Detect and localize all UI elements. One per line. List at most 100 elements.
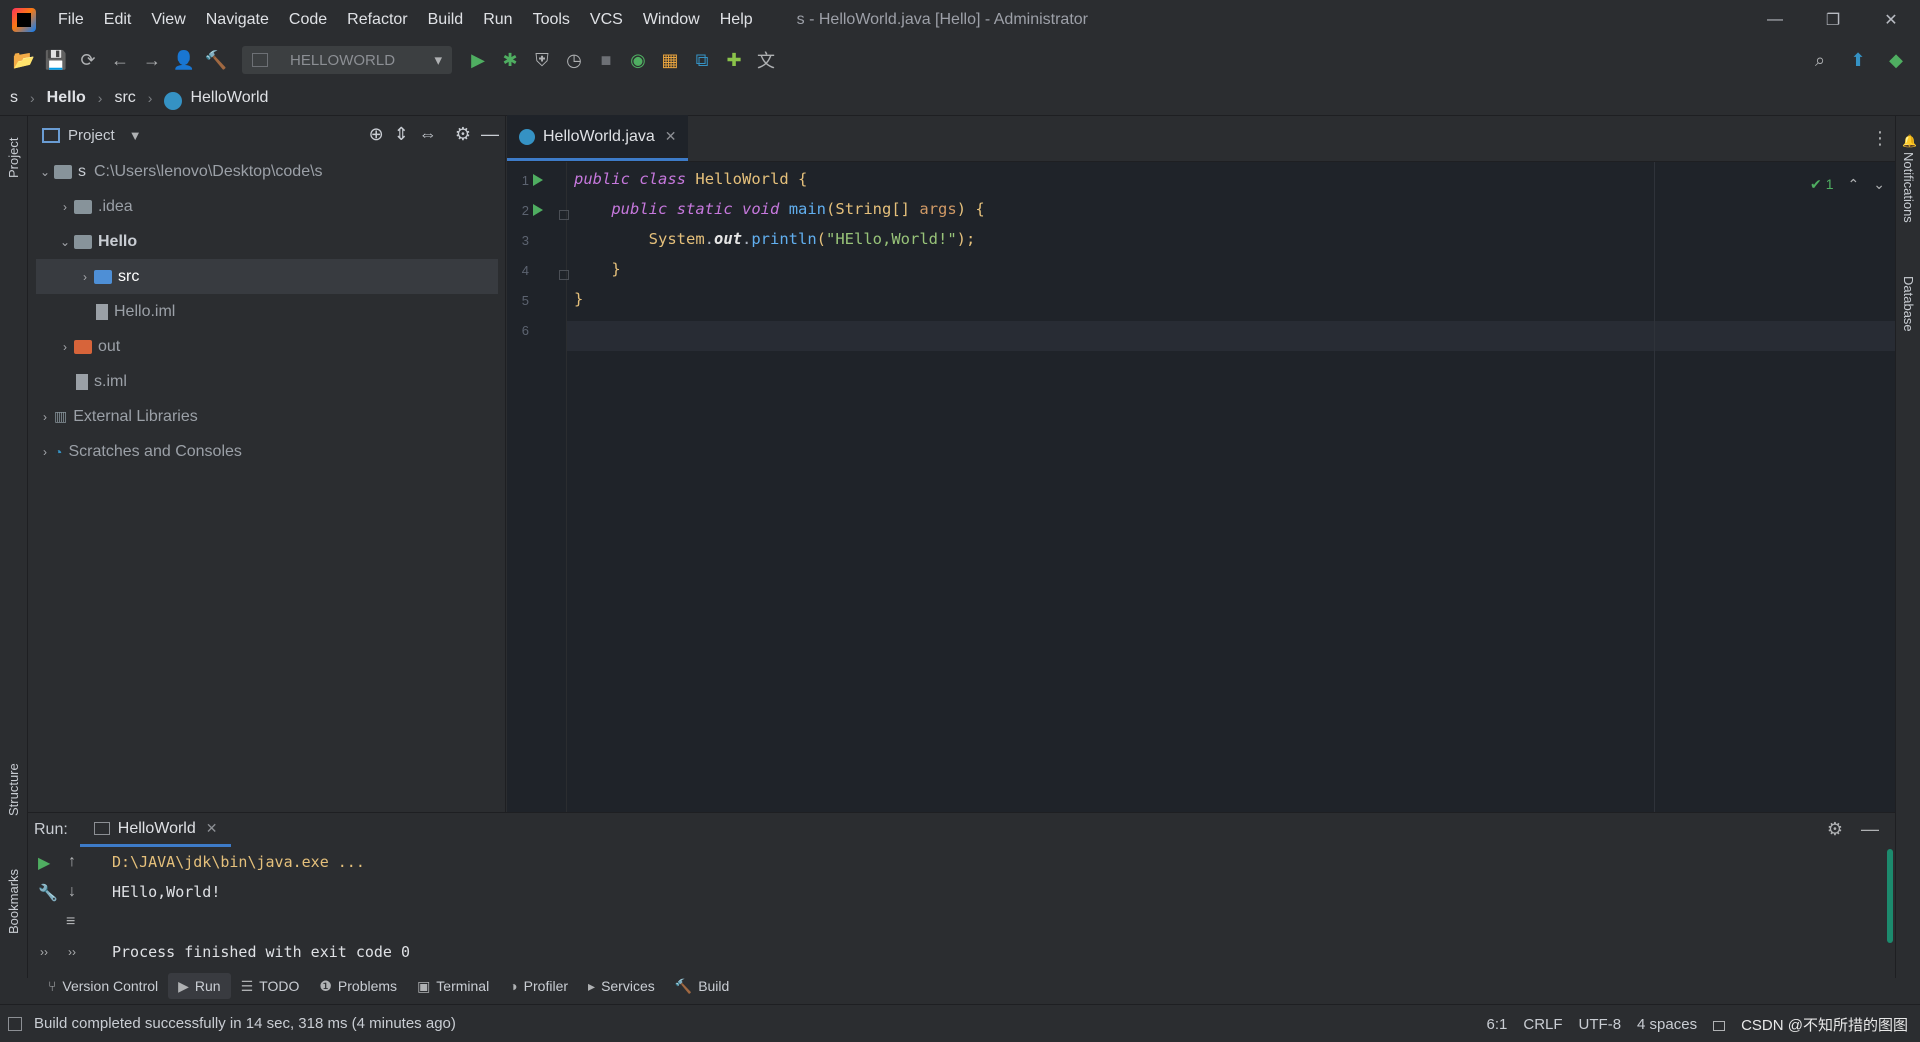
scroll-down-icon[interactable]: ↓ — [68, 883, 76, 901]
minimize-button[interactable]: — — [1746, 0, 1804, 40]
menu-refactor[interactable]: Refactor — [337, 0, 417, 40]
menu-vcs[interactable]: VCS — [580, 0, 633, 40]
close-button[interactable]: ✕ — [1862, 0, 1920, 40]
open-folder-icon[interactable]: 📂 — [8, 44, 40, 76]
file-encoding[interactable]: UTF-8 — [1579, 1016, 1622, 1033]
console-scrollbar[interactable] — [1887, 849, 1893, 943]
back-arrow-icon[interactable]: ← — [104, 44, 136, 76]
chevron-down-icon[interactable]: ⌄ — [1873, 176, 1885, 193]
inspection-widget[interactable]: ✔ 1 ⌃ ⌄ — [1810, 176, 1885, 193]
menu-window[interactable]: Window — [633, 0, 710, 40]
tree-item-s-iml[interactable]: s.iml — [28, 364, 505, 399]
tree-item-hello-iml[interactable]: Hello.iml — [28, 294, 505, 329]
restore-button[interactable]: ❐ — [1804, 0, 1862, 40]
hide-panel-icon[interactable]: — — [481, 124, 499, 145]
rerun-icon[interactable]: ▶ — [38, 853, 50, 873]
gear-icon[interactable]: ⚙ — [455, 124, 471, 145]
bookmarks-tool-button[interactable]: Bookmarks — [6, 869, 21, 934]
breadcrumb-project[interactable]: s — [10, 89, 18, 107]
tool-tab-todo[interactable]: ☰ TODO — [231, 973, 310, 999]
more-vertical-icon[interactable]: ⋮ — [1871, 128, 1889, 149]
project-structure-icon[interactable]: ▦ — [654, 44, 686, 76]
coverage-icon[interactable]: ⛨ — [526, 44, 558, 76]
line-separator[interactable]: CRLF — [1523, 1016, 1562, 1033]
soft-wrap-icon[interactable]: ≡ — [66, 913, 75, 931]
fold-icon[interactable] — [559, 210, 569, 220]
run-configuration-select[interactable]: HELLOWORLD ▾ — [242, 46, 452, 74]
chevron-up-icon[interactable]: ⌃ — [1848, 176, 1860, 193]
caret-position[interactable]: 6:1 — [1487, 1016, 1508, 1033]
database-tool-button[interactable]: Database — [1901, 276, 1916, 332]
debug-icon[interactable]: ✱ — [494, 44, 526, 76]
tree-item-src[interactable]: › src — [36, 259, 498, 294]
more-icon[interactable]: ›› — [68, 945, 76, 959]
code-line-5[interactable]: } — [574, 290, 583, 308]
breadcrumb-class[interactable]: HelloWorld — [190, 89, 268, 107]
tab-helloworld-java[interactable]: HelloWorld.java ✕ — [507, 115, 689, 161]
wrench-icon[interactable]: 🔧 — [38, 883, 58, 903]
more-icon[interactable]: ›› — [40, 945, 48, 959]
profile-icon[interactable]: ◷ — [558, 44, 590, 76]
expand-all-icon[interactable]: ⇕ — [394, 124, 409, 145]
menu-run[interactable]: Run — [473, 0, 522, 40]
collapse-all-icon[interactable]: ⇔ — [419, 124, 437, 145]
code-line-3[interactable]: System.out.println("HEllo,World!"); — [574, 230, 976, 248]
tool-tab-terminal[interactable]: ▣ Terminal — [407, 973, 499, 999]
vcs-user-icon[interactable]: 👤 — [168, 44, 200, 76]
breadcrumb-module[interactable]: Hello — [47, 89, 86, 107]
hide-panel-icon[interactable]: — — [1861, 819, 1879, 840]
run-gutter-icon[interactable] — [533, 174, 543, 186]
code-line-2[interactable]: public static void main(String[] args) { — [574, 200, 984, 218]
menu-tools[interactable]: Tools — [523, 0, 580, 40]
menu-help[interactable]: Help — [710, 0, 763, 40]
tool-tab-version-control[interactable]: ⑂ Version Control — [38, 973, 168, 999]
status-message[interactable]: Build completed successfully in 14 sec, … — [34, 1015, 456, 1032]
notifications-tool-button[interactable]: Notifications — [1901, 152, 1916, 223]
tool-tab-profiler[interactable]: ◑ Profiler — [499, 973, 578, 999]
tool-tab-problems[interactable]: ❶ Problems — [309, 973, 407, 999]
fold-icon[interactable] — [559, 270, 569, 280]
breadcrumb-src[interactable]: src — [114, 89, 135, 107]
stop-icon[interactable]: ■ — [590, 44, 622, 76]
tree-item-hello[interactable]: ⌄ Hello — [28, 224, 505, 259]
run-gutter-icon[interactable] — [533, 204, 543, 216]
toggle-tool-windows-icon[interactable] — [8, 1016, 22, 1031]
menu-build[interactable]: Build — [418, 0, 474, 40]
tree-item-external-libraries[interactable]: › ▥ External Libraries — [28, 399, 505, 434]
forward-arrow-icon[interactable]: → — [136, 44, 168, 76]
translate-icon[interactable]: 文 — [750, 44, 782, 76]
plugins-icon[interactable]: ✚ — [718, 44, 750, 76]
structure-tool-button[interactable]: Structure — [6, 763, 21, 816]
update-icon[interactable]: ⬆ — [1842, 44, 1874, 76]
attach-debugger-icon[interactable]: ◉ — [622, 44, 654, 76]
menu-code[interactable]: Code — [279, 0, 337, 40]
code-line-4[interactable]: } — [574, 260, 620, 278]
menu-file[interactable]: File — [48, 0, 94, 40]
tree-item-root[interactable]: ⌄ s C:\Users\lenovo\Desktop\code\s — [28, 154, 505, 189]
save-all-icon[interactable]: 💾 — [40, 44, 72, 76]
locate-icon[interactable]: ⊕ — [369, 124, 384, 145]
close-tab-icon[interactable]: ✕ — [665, 128, 677, 145]
run-icon[interactable]: ▶ — [462, 44, 494, 76]
tree-item-scratches[interactable]: › ◔ Scratches and Consoles — [28, 434, 505, 469]
sync-icon[interactable]: ⟳ — [72, 44, 104, 76]
code-line-1[interactable]: public class HelloWorld { — [574, 170, 807, 188]
lock-icon[interactable] — [1713, 1021, 1726, 1031]
tree-item-out[interactable]: › out — [28, 329, 505, 364]
console-output[interactable]: D:\JAVA\jdk\bin\java.exe ... HEllo,World… — [112, 847, 410, 967]
tool-tab-build[interactable]: 🔨 Build — [665, 973, 740, 999]
indent-setting[interactable]: 4 spaces — [1637, 1016, 1697, 1033]
tool-tab-services[interactable]: ▸ Services — [578, 973, 665, 999]
close-tab-icon[interactable]: ✕ — [206, 820, 218, 837]
menu-navigate[interactable]: Navigate — [196, 0, 279, 40]
toolbox-icon[interactable]: ◆ — [1880, 44, 1912, 76]
tool-tab-run[interactable]: ▶ Run — [168, 973, 231, 999]
scroll-up-icon[interactable]: ↑ — [68, 853, 76, 871]
project-tool-button[interactable]: Project — [6, 138, 21, 178]
search-icon[interactable]: ⌕ — [1804, 44, 1836, 76]
project-view-select[interactable]: Project — [68, 127, 115, 144]
gear-icon[interactable]: ⚙ — [1827, 819, 1843, 840]
run-tab-helloworld[interactable]: HelloWorld ✕ — [79, 813, 232, 847]
menu-view[interactable]: View — [141, 0, 195, 40]
tree-item-idea[interactable]: › .idea — [28, 189, 505, 224]
